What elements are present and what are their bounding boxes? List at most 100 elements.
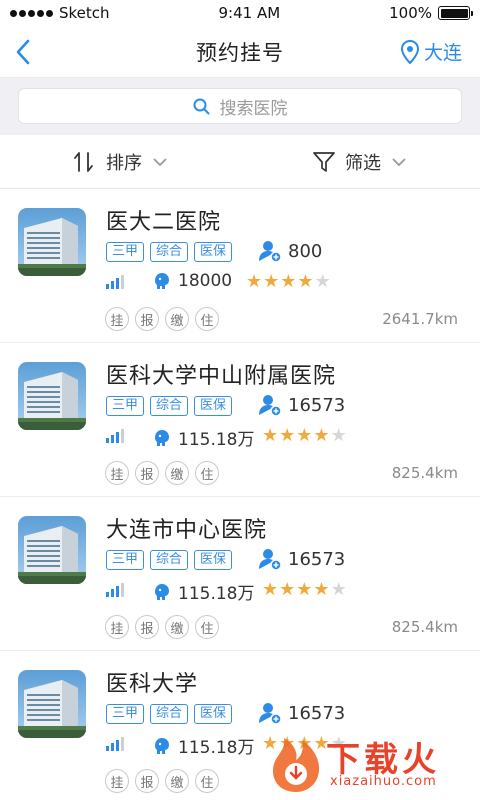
chevron-down-icon bbox=[392, 157, 406, 166]
signal-strength-icon bbox=[106, 429, 129, 443]
hospital-image bbox=[18, 208, 86, 276]
distance: 825.4km bbox=[391, 464, 458, 482]
elephant-icon bbox=[155, 273, 169, 289]
hospital-name: 大连市中心医院 bbox=[106, 518, 268, 543]
signal-dots-icon bbox=[10, 9, 53, 17]
star-filled-icon: ★ bbox=[313, 579, 330, 600]
funnel-icon bbox=[313, 151, 335, 172]
distance: 825.4km bbox=[391, 618, 458, 636]
hospital-tags: 三甲 综合 医保 bbox=[106, 242, 233, 262]
battery-percent: 100% bbox=[389, 4, 432, 22]
service-badge[interactable]: 住 bbox=[195, 615, 219, 639]
service-badge[interactable]: 挂 bbox=[105, 307, 129, 331]
sort-button[interactable]: 排序 bbox=[0, 135, 240, 188]
hospital-tag: 三甲 bbox=[106, 242, 145, 262]
user-add-icon bbox=[259, 703, 282, 725]
hospital-name: 医科大学 bbox=[106, 672, 199, 697]
search-placeholder: 搜索医院 bbox=[219, 98, 288, 119]
hospital-image bbox=[18, 362, 86, 430]
hospital-tags: 三甲 综合 医保 bbox=[106, 704, 233, 724]
service-badge[interactable]: 住 bbox=[195, 461, 219, 485]
star-filled-icon: ★ bbox=[279, 425, 296, 446]
hospital-image bbox=[18, 516, 86, 584]
hospital-card[interactable]: 医大二医院 三甲 综合 医保 800 18000 ★ ★ ★ ★ ★ 挂 报 缴… bbox=[0, 189, 480, 343]
location-selector[interactable]: 大连 bbox=[400, 38, 462, 65]
hospital-tag: 三甲 bbox=[106, 704, 145, 724]
hospital-tag: 综合 bbox=[150, 242, 189, 262]
service-badge[interactable]: 挂 bbox=[105, 615, 129, 639]
star-filled-icon: ★ bbox=[296, 579, 313, 600]
star-filled-icon: ★ bbox=[263, 271, 280, 292]
evaluation-count-value: 115.18万 bbox=[178, 738, 255, 758]
signal-strength-icon bbox=[106, 583, 129, 597]
star-filled-icon: ★ bbox=[296, 425, 313, 446]
search-area: 搜索医院 bbox=[0, 78, 480, 135]
star-filled-icon: ★ bbox=[246, 271, 263, 292]
evaluation-count: 115.18万 bbox=[152, 733, 254, 758]
distance: 2641.7km bbox=[382, 310, 458, 328]
hospital-tag: 医保 bbox=[194, 242, 233, 262]
filter-button[interactable]: 筛选 bbox=[240, 135, 480, 188]
service-badge[interactable]: 缴 bbox=[165, 769, 189, 793]
service-badges: 挂报缴住 bbox=[105, 461, 219, 485]
user-add-icon bbox=[259, 549, 282, 571]
hospital-image bbox=[18, 670, 86, 738]
visitor-count-value: 800 bbox=[288, 240, 323, 262]
elephant-icon bbox=[155, 737, 169, 754]
service-badge[interactable]: 住 bbox=[195, 307, 219, 331]
star-filled-icon: ★ bbox=[297, 271, 314, 292]
rating-stars: ★★★★★ bbox=[262, 581, 347, 599]
filter-bar: 排序 筛选 bbox=[0, 135, 480, 189]
service-badges: 挂报缴住 bbox=[105, 615, 219, 639]
hospital-tag: 综合 bbox=[150, 704, 189, 724]
service-badge[interactable]: 报 bbox=[135, 461, 159, 485]
signal-strength-icon bbox=[106, 737, 129, 751]
service-badge[interactable]: 报 bbox=[135, 769, 159, 793]
signal-strength-icon bbox=[106, 275, 129, 289]
visitor-count-value: 16573 bbox=[288, 702, 346, 724]
watermark-site: xiazaihuo.com bbox=[330, 774, 437, 789]
service-badges: 挂报缴住 bbox=[105, 769, 219, 793]
user-add-icon bbox=[259, 241, 282, 263]
evaluation-count-value: 18000 bbox=[178, 271, 233, 291]
hospital-card[interactable]: 大连市中心医院 三甲 综合 医保 16573 115.18万 ★ ★ ★ ★ ★… bbox=[0, 497, 480, 651]
evaluation-count: 18000 bbox=[152, 271, 232, 291]
back-button[interactable] bbox=[8, 36, 38, 68]
service-badge[interactable]: 住 bbox=[195, 769, 219, 793]
visitor-count: 16573 bbox=[258, 701, 345, 725]
location-label: 大连 bbox=[423, 42, 462, 64]
filter-label: 筛选 bbox=[345, 152, 381, 174]
service-badge[interactable]: 报 bbox=[135, 615, 159, 639]
service-badge[interactable]: 缴 bbox=[165, 307, 189, 331]
watermark-logo: 下载火 xiazaihuo.com bbox=[264, 730, 474, 796]
service-badge[interactable]: 缴 bbox=[165, 461, 189, 485]
hospital-tag: 医保 bbox=[194, 396, 233, 416]
service-badge[interactable]: 报 bbox=[135, 307, 159, 331]
hospital-name: 医科大学中山附属医院 bbox=[106, 364, 337, 389]
evaluation-count: 115.18万 bbox=[152, 579, 254, 604]
hospital-list: 医大二医院 三甲 综合 医保 800 18000 ★ ★ ★ ★ ★ 挂 报 缴… bbox=[0, 189, 480, 800]
chevron-left-icon bbox=[16, 39, 30, 65]
hospital-name: 医大二医院 bbox=[106, 210, 222, 235]
carrier-name: Sketch bbox=[59, 4, 110, 22]
star-filled-icon: ★ bbox=[313, 425, 330, 446]
visitor-count-value: 16573 bbox=[288, 548, 346, 570]
sort-arrows-icon bbox=[74, 151, 93, 172]
visitor-count-value: 16573 bbox=[288, 394, 346, 416]
user-add-icon bbox=[259, 395, 282, 417]
service-badge[interactable]: 挂 bbox=[105, 461, 129, 485]
service-badge[interactable]: 缴 bbox=[165, 615, 189, 639]
hospital-tag: 医保 bbox=[194, 704, 233, 724]
hospital-tags: 三甲 综合 医保 bbox=[106, 396, 233, 416]
star-filled-icon: ★ bbox=[280, 271, 297, 292]
service-badge[interactable]: 挂 bbox=[105, 769, 129, 793]
status-carrier-group: Sketch bbox=[10, 4, 110, 22]
evaluation-count-value: 115.18万 bbox=[178, 430, 255, 450]
hospital-card[interactable]: 医科大学中山附属医院 三甲 综合 医保 16573 115.18万 ★ ★ ★ … bbox=[0, 343, 480, 497]
visitor-count: 16573 bbox=[258, 393, 345, 417]
hospital-tag: 三甲 bbox=[106, 396, 145, 416]
elephant-icon bbox=[155, 583, 169, 600]
evaluation-count-value: 115.18万 bbox=[178, 584, 255, 604]
search-input[interactable]: 搜索医院 bbox=[18, 88, 462, 124]
status-time: 9:41 AM bbox=[218, 4, 281, 22]
